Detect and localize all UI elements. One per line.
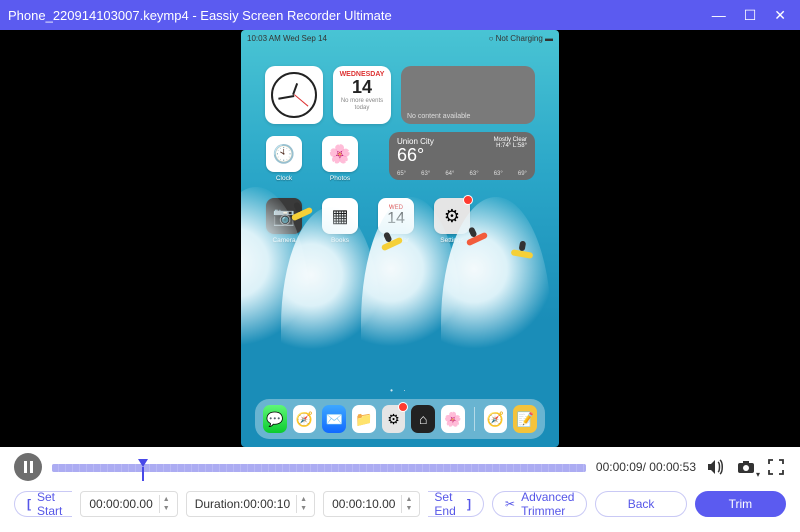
- spin-down-button[interactable]: ▼: [402, 504, 415, 513]
- filename: Phone_220914103007.keymp4: [8, 8, 189, 23]
- clock-widget: [265, 66, 323, 124]
- app-icon: ⌂: [411, 405, 435, 433]
- volume-icon: [707, 459, 725, 475]
- spin-up-button[interactable]: ▲: [297, 495, 310, 504]
- seek-marker[interactable]: [138, 459, 148, 467]
- spin-down-button[interactable]: ▼: [297, 504, 310, 513]
- dock: 💬 🧭 ✉️ 📁 ⚙ ⌂ 🌸 🧭 📝: [255, 399, 545, 439]
- files-icon: 📁: [352, 405, 376, 433]
- chevron-down-icon: ▾: [756, 470, 760, 479]
- widgets-row: WEDNESDAY 14 No more events today No con…: [265, 66, 535, 124]
- calendar-widget: WEDNESDAY 14 No more events today: [333, 66, 391, 124]
- maximize-button[interactable]: ☐: [744, 8, 757, 22]
- page-indicator: • ·: [241, 386, 559, 395]
- scissors-icon: ✂: [505, 497, 515, 511]
- weather-widget: Union City 66° Mostly Clear H:74° L:58° …: [389, 132, 535, 180]
- spin-down-button[interactable]: ▼: [160, 504, 173, 513]
- app-clock: 🕙Clock: [265, 136, 303, 182]
- duration-input[interactable]: Duration: 00:00:10 ▲▼: [186, 491, 315, 517]
- notes-widget: No content available: [401, 66, 535, 124]
- close-button[interactable]: ✕: [774, 8, 786, 22]
- ipad-screen: 10:03 AM Wed Sep 14 ○ Not Charging ▬ WED…: [241, 30, 559, 447]
- app-calendar: WED14Calendar: [377, 198, 415, 244]
- set-end-button[interactable]: Set End ]: [428, 491, 484, 517]
- settings-dock-icon: ⚙: [382, 405, 406, 433]
- app-photos: 🌸Photos: [321, 136, 359, 182]
- safari-recent-icon: 🧭: [484, 405, 508, 433]
- ipad-statusbar: 10:03 AM Wed Sep 14 ○ Not Charging ▬: [247, 34, 553, 43]
- app-name: Eassiy Screen Recorder Ultimate: [200, 8, 391, 23]
- bracket-right-icon: ]: [467, 497, 471, 511]
- fullscreen-icon: [768, 459, 784, 475]
- advanced-trimmer-button[interactable]: ✂ Advanced Trimmer: [492, 491, 587, 517]
- badge-icon: [463, 195, 473, 205]
- photos-icon: 🌸: [322, 136, 358, 172]
- camera-icon: [737, 460, 755, 474]
- window-title: Phone_220914103007.keymp4 - Eassiy Scree…: [8, 8, 712, 23]
- titlebar: Phone_220914103007.keymp4 - Eassiy Scree…: [0, 0, 800, 30]
- end-time-input[interactable]: 00:00:10.00 ▲▼: [323, 491, 420, 517]
- time-display: 00:00:09/ 00:00:53: [596, 460, 696, 474]
- video-preview-area: 10:03 AM Wed Sep 14 ○ Not Charging ▬ WED…: [0, 30, 800, 447]
- back-button[interactable]: Back: [595, 491, 686, 517]
- start-spinner: ▲▼: [159, 495, 173, 513]
- set-start-button[interactable]: [ Set Start: [14, 491, 72, 517]
- photos-dock-icon: 🌸: [441, 405, 465, 433]
- end-spinner: ▲▼: [401, 495, 415, 513]
- app-row-1: 🕙Clock 🌸Photos: [265, 136, 359, 182]
- books-icon: ▦: [322, 198, 358, 234]
- pause-icon: [24, 461, 33, 473]
- calendar-icon: WED14: [378, 198, 414, 234]
- window-buttons: — ☐ ✕: [712, 8, 792, 22]
- trimmer-row: [ Set Start 00:00:00.00 ▲▼ Duration: 00:…: [14, 491, 786, 517]
- messages-icon: 💬: [263, 405, 287, 433]
- trim-button[interactable]: Trim: [695, 491, 786, 517]
- weather-forecast: 65°63°64°63°63°69°: [397, 171, 527, 177]
- app-books: ▦Books: [321, 198, 359, 244]
- pages-icon: 📝: [513, 405, 537, 433]
- seek-track[interactable]: [52, 459, 586, 475]
- safari-icon: 🧭: [293, 405, 317, 433]
- fullscreen-button[interactable]: [766, 457, 786, 477]
- dock-separator: [474, 407, 475, 431]
- volume-button[interactable]: [706, 457, 726, 477]
- bracket-left-icon: [: [27, 497, 31, 511]
- controls-panel: 00:00:09/ 00:00:53 ▾ [ Set Start 00:00:0…: [0, 447, 800, 532]
- snapshot-button[interactable]: ▾: [736, 457, 756, 477]
- duration-spinner: ▲▼: [296, 495, 310, 513]
- clock-face-icon: [271, 72, 317, 118]
- spin-up-button[interactable]: ▲: [160, 495, 173, 504]
- surfer-icon: [511, 249, 534, 259]
- spin-up-button[interactable]: ▲: [402, 495, 415, 504]
- playback-row: 00:00:09/ 00:00:53 ▾: [14, 453, 786, 481]
- weather-row: Union City 66° Mostly Clear H:74° L:58° …: [389, 132, 535, 180]
- pause-button[interactable]: [14, 453, 42, 481]
- minimize-button[interactable]: —: [712, 8, 726, 22]
- start-time-input[interactable]: 00:00:00.00 ▲▼: [80, 491, 177, 517]
- mail-icon: ✉️: [322, 405, 346, 433]
- app-settings: ⚙Settings: [433, 198, 471, 244]
- settings-icon: ⚙: [434, 198, 470, 234]
- clock-icon: 🕙: [266, 136, 302, 172]
